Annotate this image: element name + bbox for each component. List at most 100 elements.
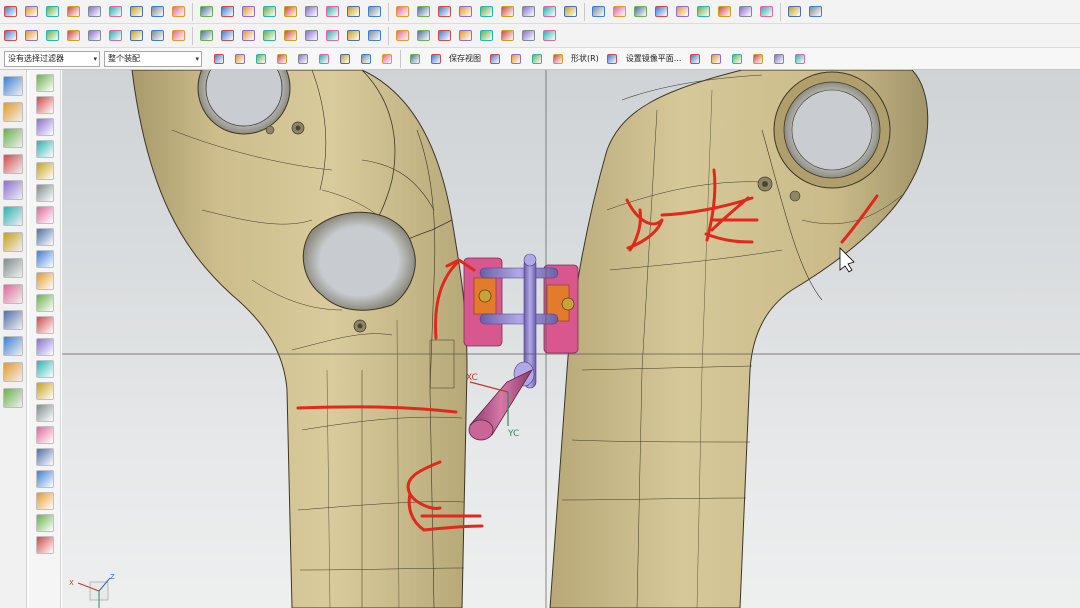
pattern-display-icon[interactable] xyxy=(769,49,788,68)
left-arm-part[interactable] xyxy=(131,70,468,608)
process-studio-icon[interactable] xyxy=(3,284,23,304)
vertical-tool-icon[interactable] xyxy=(35,228,54,246)
render-style-icon[interactable] xyxy=(548,49,567,68)
curve-icon[interactable] xyxy=(715,2,734,21)
offset-surface-icon[interactable] xyxy=(148,26,167,45)
vertical-tool-icon[interactable] xyxy=(35,404,54,422)
cylinder-icon[interactable] xyxy=(64,2,83,21)
vertical-tool-icon[interactable] xyxy=(35,162,54,180)
edge-blend-icon[interactable] xyxy=(323,2,342,21)
bounded-grid-icon[interactable] xyxy=(426,49,445,68)
line-icon[interactable] xyxy=(393,26,412,45)
shell-icon[interactable] xyxy=(344,2,363,21)
move-component-icon[interactable] xyxy=(260,26,279,45)
vertical-tool-icon[interactable] xyxy=(35,448,54,466)
endpoint-icon[interactable] xyxy=(230,49,249,68)
sphere-icon[interactable] xyxy=(127,2,146,21)
project-icon[interactable] xyxy=(519,26,538,45)
fit-icon[interactable] xyxy=(527,49,546,68)
vertical-tool-icon[interactable] xyxy=(35,250,54,268)
selection-scope-combo[interactable]: 整个装配 ▾ xyxy=(104,50,202,67)
edit-section-icon[interactable] xyxy=(706,49,725,68)
palette-icon[interactable] xyxy=(3,388,23,408)
unite-icon[interactable] xyxy=(435,2,454,21)
system-materials-icon[interactable] xyxy=(3,258,23,278)
extension-icon[interactable] xyxy=(106,26,125,45)
constraint-navigator-icon[interactable] xyxy=(3,128,23,148)
vertical-tool-icon[interactable] xyxy=(35,96,54,114)
vertical-tool-icon[interactable] xyxy=(35,74,54,92)
datum-plane-icon[interactable] xyxy=(281,2,300,21)
arc-center-icon[interactable] xyxy=(314,49,333,68)
system-scenes-icon[interactable] xyxy=(3,362,23,382)
revolve-icon[interactable] xyxy=(43,2,62,21)
groove-icon[interactable] xyxy=(260,2,279,21)
point-icon[interactable] xyxy=(806,2,825,21)
part-navigator-icon[interactable] xyxy=(3,154,23,174)
display-icon[interactable] xyxy=(365,26,384,45)
vertical-tool-icon[interactable] xyxy=(35,492,54,510)
pad-icon[interactable] xyxy=(218,2,237,21)
line-icon[interactable] xyxy=(757,2,776,21)
vertical-tool-icon[interactable] xyxy=(35,426,54,444)
orient-view-icon[interactable] xyxy=(506,49,525,68)
graphics-window[interactable]: XC YC X Z xyxy=(62,70,1080,608)
existing-point-icon[interactable] xyxy=(356,49,375,68)
sketch-icon[interactable] xyxy=(1,2,20,21)
render-icon[interactable] xyxy=(344,26,363,45)
arc-icon[interactable] xyxy=(785,2,804,21)
intersect-icon[interactable] xyxy=(477,2,496,21)
restore-view-icon[interactable] xyxy=(485,49,504,68)
roles-icon[interactable] xyxy=(3,76,23,96)
layer-icon[interactable] xyxy=(302,26,321,45)
manufacturing-wizard-icon[interactable] xyxy=(3,310,23,330)
replace-face-icon[interactable] xyxy=(631,2,650,21)
boss-icon[interactable] xyxy=(169,2,188,21)
selection-filter-combo[interactable]: 没有选择过滤器 ▾ xyxy=(4,50,100,67)
vertical-tool-icon[interactable] xyxy=(35,272,54,290)
save-view-button[interactable]: 保存视图 xyxy=(449,53,481,64)
vertical-tool-icon[interactable] xyxy=(35,360,54,378)
vertical-tool-icon[interactable] xyxy=(35,470,54,488)
vertical-tool-icon[interactable] xyxy=(35,294,54,312)
draft-icon[interactable] xyxy=(561,2,580,21)
shape-menu-button[interactable]: 形状(R) xyxy=(571,53,599,64)
add-component-icon[interactable] xyxy=(218,26,237,45)
subtract-icon[interactable] xyxy=(456,2,475,21)
vertical-tool-icon[interactable] xyxy=(35,514,54,532)
mirror-display-icon[interactable] xyxy=(603,49,622,68)
view-icon[interactable] xyxy=(323,26,342,45)
pin-fixture[interactable] xyxy=(463,253,579,441)
grid-icon[interactable] xyxy=(790,49,809,68)
mirror-icon[interactable] xyxy=(414,2,433,21)
through-curves-icon[interactable] xyxy=(22,26,41,45)
constraint-icon[interactable] xyxy=(239,26,258,45)
section-view-icon[interactable] xyxy=(685,49,704,68)
vertical-tool-icon[interactable] xyxy=(35,316,54,334)
right-arm-part[interactable] xyxy=(549,70,929,608)
block-icon[interactable] xyxy=(85,2,104,21)
move-face-icon[interactable] xyxy=(652,2,671,21)
midpoint-icon[interactable] xyxy=(251,49,270,68)
n-sided-icon[interactable] xyxy=(64,26,83,45)
rectangle-icon[interactable] xyxy=(435,26,454,45)
vertical-tool-icon[interactable] xyxy=(35,338,54,356)
bounded-plane-icon[interactable] xyxy=(85,26,104,45)
set-mirror-plane-button[interactable]: 设置镜像平面... xyxy=(626,53,682,64)
slot-icon[interactable] xyxy=(239,2,258,21)
offset-face-icon[interactable] xyxy=(540,2,559,21)
quadrant-icon[interactable] xyxy=(335,49,354,68)
history-icon[interactable] xyxy=(3,232,23,252)
chamfer-icon[interactable] xyxy=(302,2,321,21)
trim-body-icon[interactable] xyxy=(498,2,517,21)
control-point-icon[interactable] xyxy=(272,49,291,68)
analysis-icon[interactable] xyxy=(694,2,713,21)
reuse-library-icon[interactable] xyxy=(3,180,23,200)
assembly-icon[interactable] xyxy=(197,26,216,45)
pattern-icon[interactable] xyxy=(393,2,412,21)
polygon-icon[interactable] xyxy=(456,26,475,45)
split-body-icon[interactable] xyxy=(519,2,538,21)
point-on-curve-icon[interactable] xyxy=(377,49,396,68)
roles-list-icon[interactable] xyxy=(3,336,23,356)
thread-icon[interactable] xyxy=(365,2,384,21)
